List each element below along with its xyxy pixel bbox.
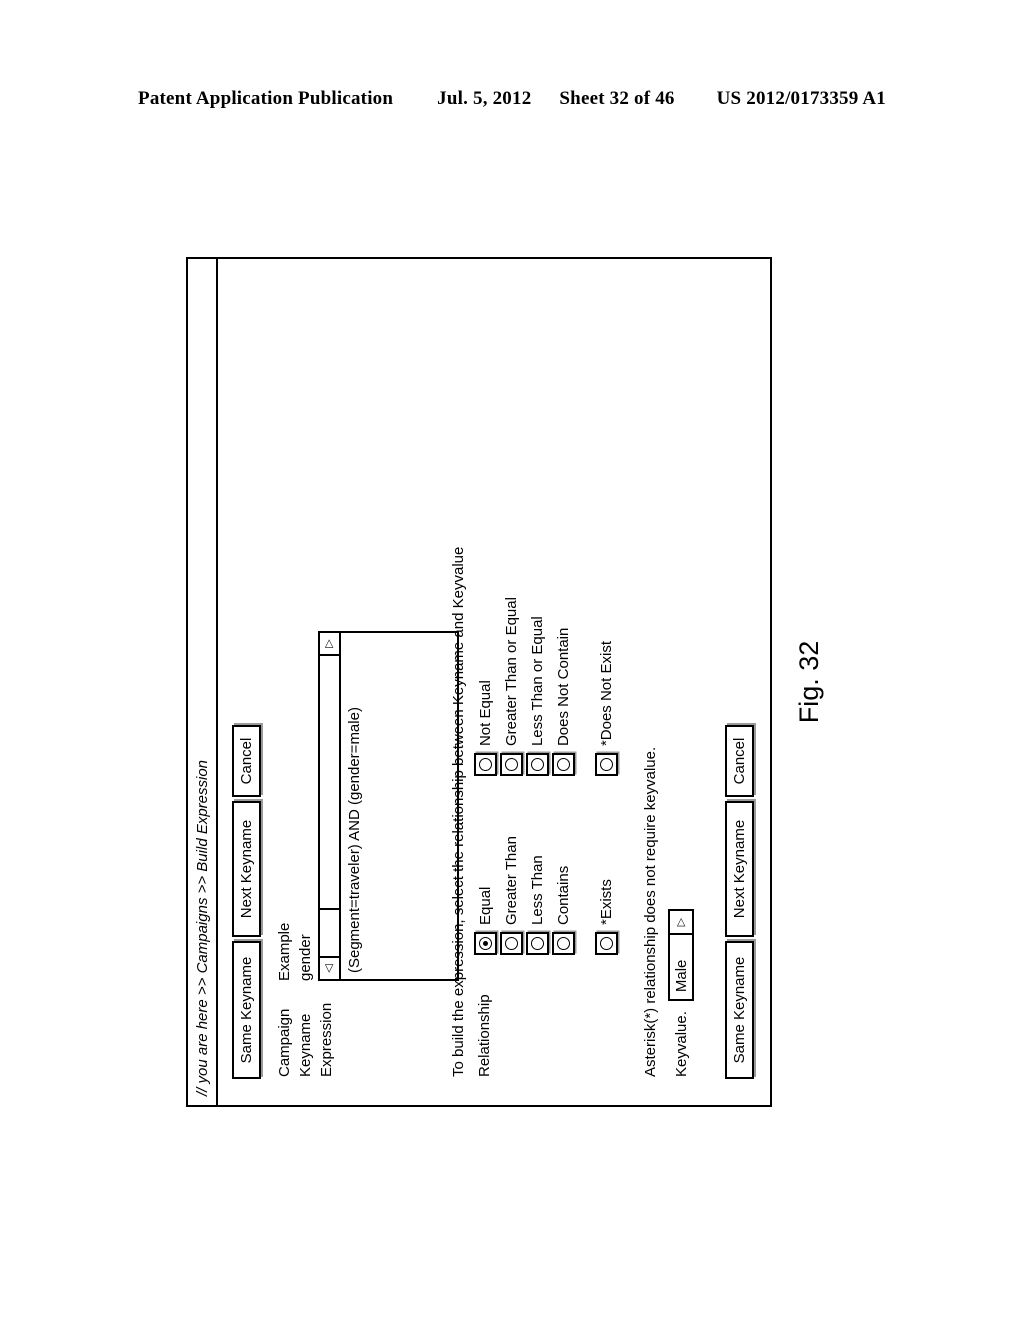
keyvalue-row: Keyvalue. Male ▷ xyxy=(668,909,694,1077)
radio-greater-than-label: Greater Than xyxy=(503,836,520,925)
radio-does-not-exist[interactable]: *Does Not Exist xyxy=(595,597,618,777)
radio-group-spacer xyxy=(578,597,592,776)
scroll-right-icon[interactable]: ▷ xyxy=(320,633,339,656)
radio-greater-than-or-equal-label: Greater Than or Equal xyxy=(503,597,520,747)
radio-box-icon[interactable] xyxy=(552,753,575,777)
radio-selected-icon xyxy=(479,937,492,950)
radio-group-spacer xyxy=(578,836,592,955)
radio-unselected-icon xyxy=(531,937,544,950)
scroll-left-icon[interactable]: ◁ xyxy=(320,956,339,979)
breadcrumb: // you are here >> Campaigns >> Build Ex… xyxy=(193,759,211,1096)
radio-box-icon[interactable] xyxy=(474,932,497,955)
radio-not-equal[interactable]: Not Equal xyxy=(474,597,497,777)
radio-unselected-icon xyxy=(557,758,570,772)
cancel-button[interactable]: Cancel xyxy=(232,725,261,797)
figure-drawing: // you are here >> Campaigns >> Build Ex… xyxy=(186,257,772,1107)
radio-contains[interactable]: Contains xyxy=(552,836,575,955)
radio-box-icon[interactable] xyxy=(526,753,549,777)
keyname-label: Keyname xyxy=(297,1013,314,1077)
radio-unselected-icon xyxy=(557,937,570,950)
next-keyname-button-bottom-label: Next Keyname xyxy=(731,819,748,919)
patent-header: Patent Application Publication Jul. 5, 2… xyxy=(0,88,1024,110)
radio-box-icon[interactable] xyxy=(500,932,523,955)
same-keyname-button-label: Same Keyname xyxy=(238,956,255,1064)
keyvalue-selected-value: Male xyxy=(672,959,690,993)
same-keyname-button[interactable]: Same Keyname xyxy=(232,941,261,1079)
patent-publication-label: Patent Application Publication xyxy=(138,88,394,109)
radio-unselected-icon xyxy=(531,758,544,772)
radio-does-not-exist-label: *Does Not Exist xyxy=(598,641,615,747)
patent-date-label: Jul. 5, 2012 xyxy=(437,88,532,109)
radio-equal-label: Equal xyxy=(477,886,494,925)
next-keyname-button-bottom[interactable]: Next Keyname xyxy=(725,801,754,937)
expression-form: Campaign Example Keyname gender Expressi… xyxy=(276,631,463,1077)
next-keyname-button[interactable]: Next Keyname xyxy=(232,801,261,937)
radio-box-icon[interactable] xyxy=(474,753,497,777)
breadcrumb-bar: // you are here >> Campaigns >> Build Ex… xyxy=(188,259,218,1105)
radio-less-than-label: Less Than xyxy=(529,855,546,925)
scrollbar-thumb[interactable] xyxy=(320,908,339,956)
radio-unselected-icon xyxy=(505,758,518,772)
radio-box-icon[interactable] xyxy=(526,932,549,955)
campaign-row: Campaign Example xyxy=(276,631,293,1077)
radio-box-icon[interactable] xyxy=(552,932,575,955)
expression-field-wrap: ◁ ▷ (Segment=traveler) AND (gender=male) xyxy=(318,631,459,981)
radio-contains-label: Contains xyxy=(555,865,572,925)
application-window: // you are here >> Campaigns >> Build Ex… xyxy=(186,257,772,1107)
radio-greater-than-or-equal[interactable]: Greater Than or Equal xyxy=(500,597,523,777)
radio-unselected-icon xyxy=(479,758,492,772)
asterisk-note: Asterisk(*) relationship does not requir… xyxy=(642,746,659,1077)
cancel-button-label: Cancel xyxy=(238,737,255,785)
campaign-value: Example xyxy=(276,922,293,981)
radio-does-not-contain-label: Does Not Contain xyxy=(555,627,572,747)
top-button-row: Same Keyname Next Keyname Cancel xyxy=(232,725,261,1079)
instruction-text: To build the expression, select the rela… xyxy=(450,546,467,1077)
keyvalue-select[interactable]: Male ▷ xyxy=(668,909,694,1002)
relationship-label: Relationship xyxy=(476,994,493,1077)
radio-exists[interactable]: *Exists xyxy=(595,836,618,955)
keyvalue-label: Keyvalue. xyxy=(672,1011,690,1077)
relationship-radio-group: Equal Greater Than Less Than Contains *E… xyxy=(474,597,618,955)
chevron-down-icon[interactable]: ▷ xyxy=(670,911,692,936)
radio-equal[interactable]: Equal xyxy=(474,836,497,955)
same-keyname-button-bottom[interactable]: Same Keyname xyxy=(725,941,754,1079)
next-keyname-button-label: Next Keyname xyxy=(238,819,255,919)
figure-caption: Fig. 32 xyxy=(794,640,824,724)
relationship-column-left: Equal Greater Than Less Than Contains *E… xyxy=(474,836,618,955)
expression-textarea[interactable]: (Segment=traveler) AND (gender=male) xyxy=(339,631,459,981)
expression-label: Expression xyxy=(318,1002,335,1077)
radio-less-than-or-equal[interactable]: Less Than or Equal xyxy=(526,597,549,777)
radio-greater-than[interactable]: Greater Than xyxy=(500,836,523,955)
radio-less-than-or-equal-label: Less Than or Equal xyxy=(529,616,546,747)
scrollbar-track[interactable] xyxy=(320,656,339,908)
cancel-button-bottom[interactable]: Cancel xyxy=(725,725,754,797)
relationship-column-right: Not Equal Greater Than or Equal Less Tha… xyxy=(474,597,618,777)
radio-does-not-contain[interactable]: Does Not Contain xyxy=(552,597,575,777)
campaign-label: Campaign xyxy=(276,1008,293,1077)
radio-box-icon[interactable] xyxy=(595,753,618,777)
radio-unselected-icon xyxy=(600,937,613,950)
expression-horizontal-scrollbar[interactable]: ◁ ▷ xyxy=(318,631,339,981)
patent-number-label: US 2012/0173359 A1 xyxy=(716,88,886,109)
radio-box-icon[interactable] xyxy=(500,753,523,777)
patent-sheet-label: Sheet 32 of 46 xyxy=(559,88,675,109)
expression-row: Expression ◁ ▷ (Segment=traveler) AND (g… xyxy=(318,631,459,1077)
radio-box-icon[interactable] xyxy=(595,932,618,955)
radio-unselected-icon xyxy=(505,937,518,950)
radio-exists-label: *Exists xyxy=(598,879,615,925)
radio-unselected-icon xyxy=(600,758,613,772)
radio-not-equal-label: Not Equal xyxy=(477,680,494,747)
keyname-value: gender xyxy=(297,934,314,981)
bottom-button-row: Same Keyname Next Keyname Cancel xyxy=(725,725,754,1079)
same-keyname-button-bottom-label: Same Keyname xyxy=(731,956,748,1064)
cancel-button-bottom-label: Cancel xyxy=(731,737,748,785)
keyname-row: Keyname gender xyxy=(297,631,314,1077)
radio-less-than[interactable]: Less Than xyxy=(526,836,549,955)
